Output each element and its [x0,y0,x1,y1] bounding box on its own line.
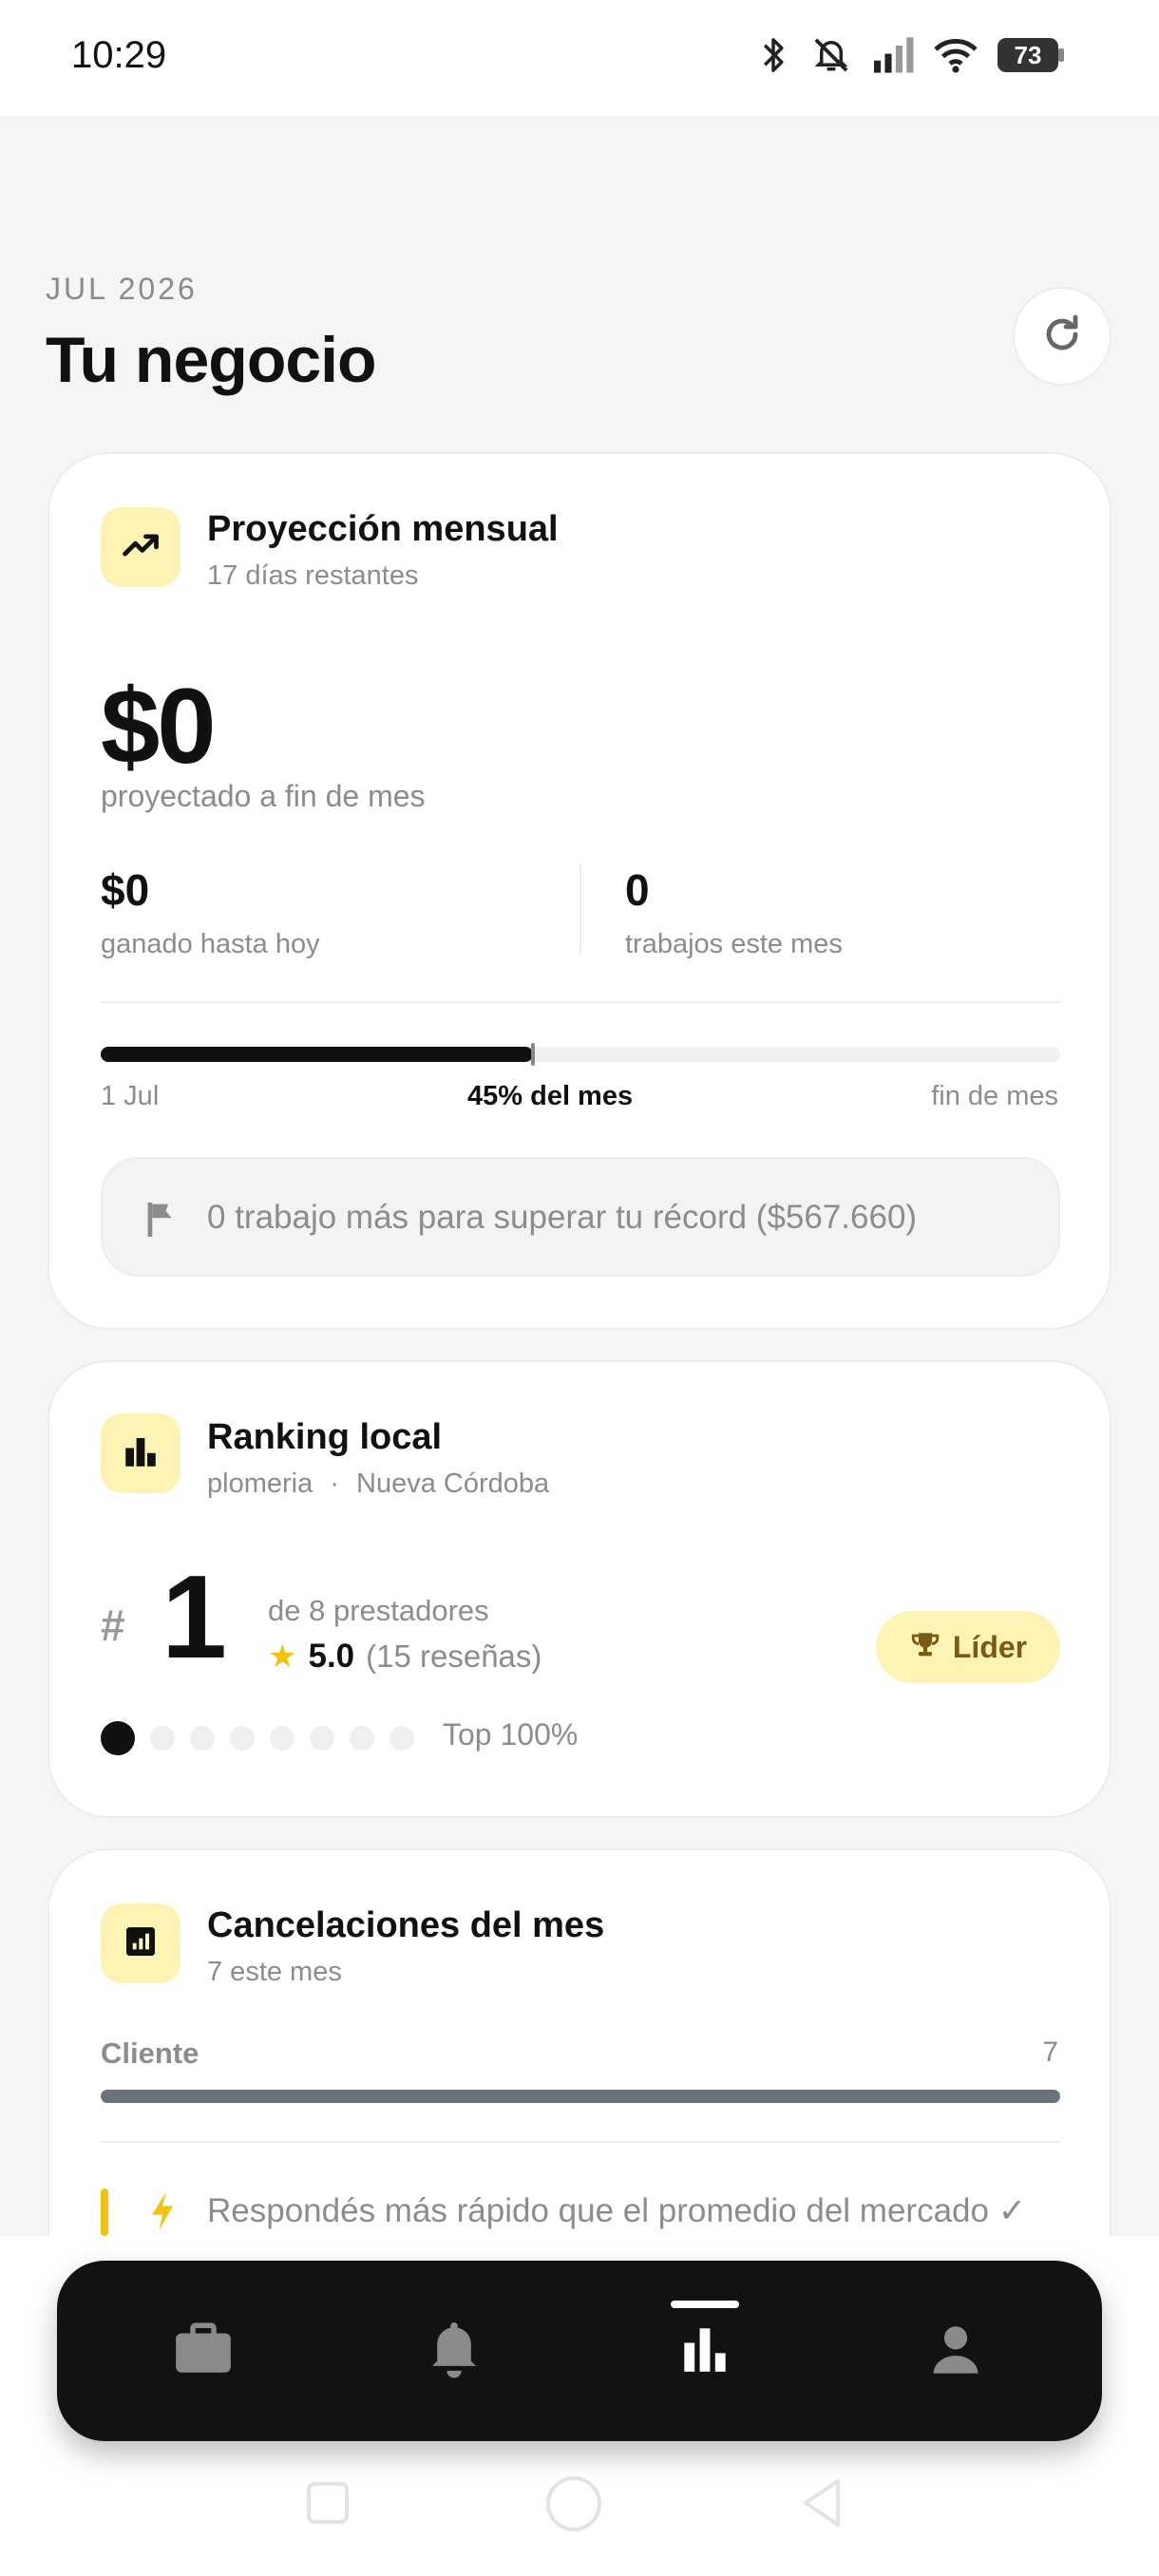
bottom-nav [57,2261,1102,2441]
page-title: Tu negocio [46,324,377,396]
wifi-icon [933,36,978,74]
rank-rating: ★ 5.0 (15 reseñas) [268,1638,542,1676]
flag-icon [144,1201,179,1243]
ranking-category: plomeria [207,1468,314,1499]
ranking-card: Ranking local plomeria · Nueva Córdoba #… [48,1360,1112,1818]
cell-signal-icon [872,36,914,74]
nav-item-jobs[interactable] [108,2261,298,2441]
insight-text: Respondés más rápido que el promedio del… [207,2192,1027,2229]
jobs-value: 0 [625,865,650,915]
trending-up-tile [101,507,180,587]
notifications-off-icon [809,34,853,76]
progress-end-label: fin de mes [931,1081,1058,1111]
cancellation-row-value: 7 [1042,2036,1058,2068]
ranking-subtitle: plomeria · Nueva Córdoba [207,1468,549,1500]
refresh-icon [1039,312,1085,362]
month-label: JUL 2026 [46,272,198,306]
bolt-icon [148,2190,177,2237]
circle-icon [543,2476,604,2538]
cancellation-row-bar [101,2090,1060,2103]
rank-dot-active [101,1721,135,1755]
top-percent-label: Top 100% [443,1717,579,1752]
progress-percent-label: 45% del mes [467,1081,634,1111]
status-time: 10:29 [71,34,167,76]
rank-dot [230,1726,255,1751]
rank-position: 1 [162,1552,227,1683]
bar-chart-icon [121,1431,161,1476]
status-bar: 10:29 73 [0,0,1159,116]
back-triangle-icon [800,2479,844,2532]
battery-level: 73 [1014,41,1042,69]
bar-chart-tile [101,1413,180,1493]
nav-item-stats[interactable] [610,2261,800,2441]
projected-caption: proyectado a fin de mes [101,779,426,813]
rank-dot [270,1726,294,1751]
cancellations-title: Cancelaciones del mes [207,1905,605,1945]
projected-amount: $0 [101,667,217,786]
bluetooth-icon [756,34,790,76]
nav-item-notifications[interactable] [359,2261,549,2441]
projection-title: Proyección mensual [207,509,559,549]
leader-label: Líder [952,1629,1028,1664]
battery-icon: 73 [998,38,1064,72]
rank-dot [150,1726,175,1751]
record-text: 0 trabajo más para superar tu récord ($5… [207,1199,918,1236]
ranking-location: Nueva Córdoba [356,1468,550,1499]
rank-dots [101,1721,414,1755]
trophy-icon [909,1629,941,1666]
stats-divider [580,864,581,956]
bell-icon [428,2320,481,2383]
rating-score: 5.0 [308,1638,355,1675]
earned-caption: ganado hasta hoy [101,929,320,959]
square-icon [306,2482,350,2529]
ranking-separator: · [330,1468,339,1499]
rank-dot [190,1726,215,1751]
earned-value: $0 [101,865,150,915]
system-recents-button[interactable] [306,2481,350,2529]
insight-accent [101,2188,108,2236]
projection-card: Proyección mensual 17 días restantes $0 … [48,452,1112,1330]
refresh-button[interactable] [1013,287,1112,386]
rank-dot [390,1726,414,1751]
record-hint: 0 trabajo más para superar tu récord ($5… [101,1157,1060,1277]
jobs-caption: trabajos este mes [625,929,843,959]
report-chart-icon [122,1923,160,1965]
nav-item-profile[interactable] [861,2261,1051,2441]
rating-reviews: (15 reseñas) [366,1638,542,1674]
system-home-button[interactable] [543,2476,604,2539]
rank-dot [350,1726,374,1751]
status-icons: 73 [756,34,1064,76]
cancellations-divider [101,2141,1060,2143]
rank-of-label: de 8 prestadores [268,1594,489,1627]
month-progress-marker [531,1043,535,1066]
cancellation-row-label: Cliente [101,2036,200,2070]
star-icon: ★ [268,1638,297,1675]
month-progress-fill [101,1047,533,1062]
projection-subtitle: 17 días restantes [207,560,419,591]
report-tile [101,1904,180,1983]
system-back-button[interactable] [800,2479,844,2533]
month-progress-bar [101,1043,1060,1066]
section-divider [101,1001,1060,1003]
bar-chart-icon [681,2324,729,2378]
response-insight: Respondés más rápido que el promedio del… [101,2187,1060,2238]
progress-start-label: 1 Jul [101,1081,160,1111]
leader-badge: Líder [876,1611,1060,1683]
person-icon [929,2322,982,2380]
cancellations-subtitle: 7 este mes [207,1957,342,1987]
ranking-title: Ranking local [207,1417,443,1457]
briefcase-icon [172,2320,235,2383]
trending-up-icon [120,524,162,571]
rank-dot [310,1726,334,1751]
rank-hash: # [101,1601,125,1650]
